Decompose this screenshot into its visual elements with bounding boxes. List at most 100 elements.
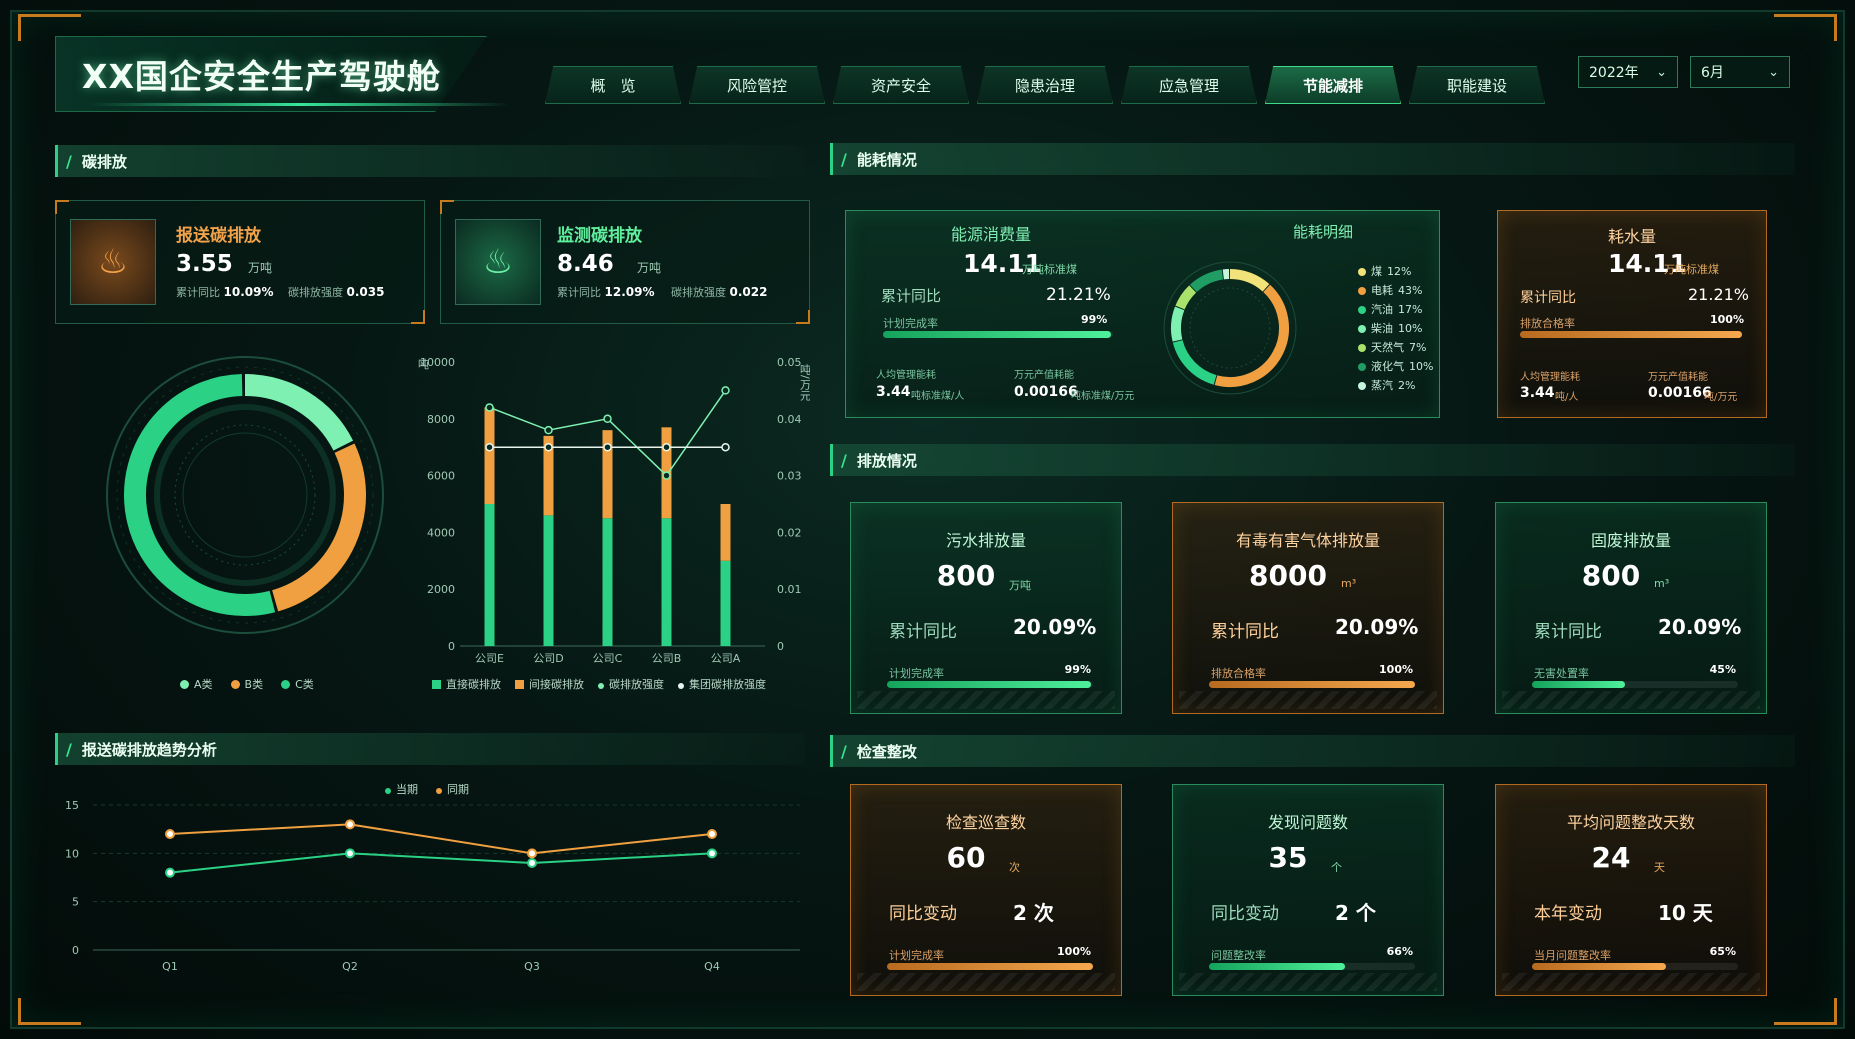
water-card: 耗水量 14.11 万吨标准煤 累计同比 21.21% 排放合格率 100% 人… [1497,210,1767,418]
inspection-card-value: 35 [1268,841,1308,874]
inspection-card-title: 检查巡查数 [945,813,1026,832]
energy-consumption-card: 能源消费量 14.11 万吨标准煤 累计同比 21.21% 计划完成率 99% … [845,210,1440,418]
tab-energy-saving[interactable]: 节能减排 [1265,66,1401,104]
legend-item: B类 [230,676,263,692]
inspection-card-progress [1209,963,1415,970]
bar-indirect-公司A [720,504,731,561]
water-per-output-label: 万元产值耗能 [1648,372,1708,383]
slash-icon: / [841,149,847,169]
energy-plan-value: 99% [1081,313,1108,326]
point-集团碳排放强度 [544,442,553,452]
y2-axis-label: 吨/万元 [799,364,811,401]
frame-corner [1774,998,1837,1025]
inspection-card-progress [1532,963,1738,970]
bar-chart-legend: 直接碳排放 间接碳排放 碳排放强度 集团碳排放强度 [432,676,766,692]
bar-indirect-公司E [484,407,495,504]
inspection-card-bar-label: 计划完成率 [889,949,944,962]
legend-item: C类 [281,676,314,692]
point-集团碳排放强度 [485,442,494,452]
inspection-card-progress [887,963,1093,970]
point-集团碳排放强度 [603,442,612,452]
chevron-down-icon: ⌄ [1768,64,1779,80]
monitored-carbon-unit: 万吨 [637,261,662,275]
energy-legend-item: 煤 12% [1358,262,1433,281]
slash-icon: / [66,739,72,759]
point-集团碳排放强度 [662,442,671,452]
year-select[interactable]: 2022年 ⌄ [1578,56,1678,88]
x-tick-label: Q3 [524,960,540,973]
energy-detail-donut [1163,261,1297,395]
bar-direct-公司B [661,518,672,646]
tab-overview[interactable]: 概 览 [545,66,681,104]
emission-card: 污水排放量 800 万吨 累计同比 20.09% 计划完成率 99% [850,502,1122,714]
tab-functional[interactable]: 职能建设 [1409,66,1545,104]
legend-item: 集团碳排放强度 [678,676,766,692]
monitored-carbon-card: ♨ 监测碳排放 8.46 万吨 累计同比 12.09% 碳排放强度 0.022 [440,200,810,324]
inspection-card: 平均问题整改天数 24 天 本年变动 10 天 当月问题整改率 65% [1495,784,1767,996]
reported-carbon-value: 3.55 [176,251,233,277]
energy-yoy-value: 21.21% [1046,285,1111,305]
y2-tick-label: 0.01 [777,583,802,596]
y-tick-label: 0 [448,640,455,653]
bar-direct-公司E [484,504,495,646]
monitored-carbon-value: 8.46 [557,251,614,277]
energy-per-capita-value: 3.44 [876,384,911,400]
energy-legend-item: 蒸汽 2% [1358,376,1433,395]
energy-legend-item: 天然气 7% [1358,338,1433,357]
slash-icon: / [841,450,847,470]
legend-item: A类 [180,676,213,692]
trend-panel-header: / 报送碳排放趋势分析 [55,733,805,765]
energy-plan-label: 计划完成率 [883,317,938,330]
trend-point-同期 [707,829,717,839]
inspection-card-bar-label: 问题整改率 [1211,949,1266,962]
tab-hazards[interactable]: 隐患治理 [977,66,1113,104]
inspection-card-row-label: 同比变动 [889,904,957,924]
energy-per-capita-label: 人均管理能耗 [876,370,936,381]
carbon-category-donut [106,356,384,634]
chevron-down-icon: ⌄ [1656,64,1667,80]
x-tick-label: Q4 [704,960,720,973]
water-yoy-value: 21.21% [1688,285,1750,304]
trend-point-同期 [165,829,175,839]
app-title: XX国企安全生产驾驶舱 [82,57,441,96]
energy-legend-item: 柴油 10% [1358,319,1433,338]
tab-emergency[interactable]: 应急管理 [1121,66,1257,104]
inspection-card-bar-value: 66% [1386,945,1413,958]
emission-card-row-label: 累计同比 [1211,622,1279,642]
trend-point-同期 [345,819,355,830]
monitored-carbon-intensity: 碳排放强度 0.022 [671,285,768,299]
energy-consumption-title: 能源消费量 [951,225,1032,244]
y-tick-label: 0 [72,944,79,957]
energy-per-capita-unit: 吨标准煤/人 [911,391,965,402]
emission-card: 有毒有害气体排放量 8000 m³ 累计同比 20.09% 排放合格率 100% [1172,502,1444,714]
reported-carbon-yoy: 累计同比 10.09% [176,285,274,299]
x-tick-label: 公司D [533,652,563,665]
inspection-card-unit: 天 [1654,861,1665,874]
frame-corner [18,998,81,1025]
point-碳排放强度 [662,471,671,480]
y-tick-label: 6000 [427,470,455,483]
tab-assets[interactable]: 资产安全 [833,66,969,104]
x-tick-label: 公司C [593,652,623,665]
carbon-donut-legend: A类 B类 C类 [180,676,314,692]
trend-point-当期 [165,867,175,878]
inspection-card-row-value: 10 天 [1658,901,1713,925]
energy-legend-item: 汽油 17% [1358,300,1433,319]
company-carbon-bar-chart: 020004000600080001000000.010.020.030.040… [418,356,811,665]
tab-risk[interactable]: 风险管控 [689,66,825,104]
x-tick-label: Q1 [162,960,178,973]
inspection-card-unit: 个 [1331,861,1342,874]
reported-carbon-card: ♨ 报送碳排放 3.55 万吨 累计同比 10.09% 碳排放强度 0.035 [55,200,425,324]
year-select-value: 2022年 [1589,65,1639,81]
water-plan-label: 排放合格率 [1520,317,1575,330]
month-select[interactable]: 6月 ⌄ [1690,56,1790,88]
reported-carbon-title: 报送碳排放 [176,226,261,246]
emission-card-unit: m³ [1341,577,1357,590]
emission-card-bar-label: 无害处置率 [1534,667,1589,680]
donut-slice-A类 [244,374,354,451]
energy-slice-天然气 [1175,285,1197,310]
co2-orange-icon: ♨ [70,219,156,305]
emission-card-unit: 万吨 [1009,579,1031,592]
inspection-card-bar-label: 当月问题整改率 [1534,949,1611,962]
main-tabs: 概 览 风险管控 资产安全 隐患治理 应急管理 节能减排 职能建设 [545,66,1545,104]
